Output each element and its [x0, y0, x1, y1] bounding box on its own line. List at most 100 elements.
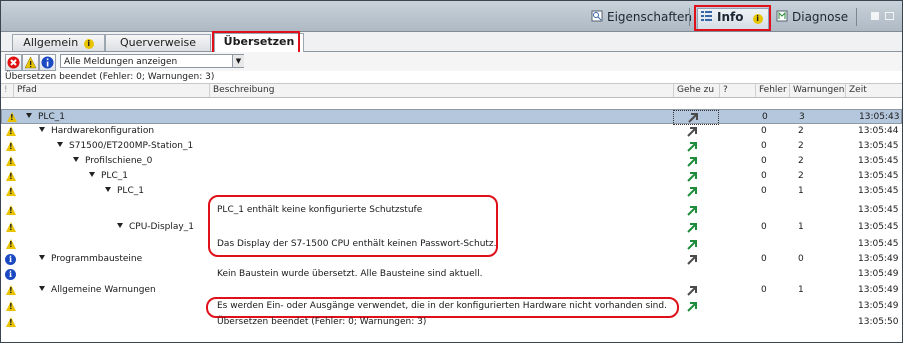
error-icon	[7, 56, 20, 69]
table-row[interactable]: S71500/ET200MP-Station_1 0 2 13:05:45	[1, 139, 902, 154]
table-row[interactable]: Hardwarekonfiguration 0 2 13:05:44	[1, 124, 902, 139]
row-path: PLC_1	[101, 171, 128, 181]
row-warnings: 2	[798, 171, 804, 181]
warning-icon	[7, 112, 17, 122]
tab-allgemein[interactable]: Allgemein i	[12, 34, 105, 51]
row-errors: 0	[761, 254, 767, 264]
row-path: Hardwarekonfiguration	[51, 126, 155, 136]
row-errors: 0	[761, 186, 767, 196]
goto-arrow-icon[interactable]	[686, 239, 698, 250]
header-separator	[689, 8, 690, 26]
sub-tab-bar: Allgemein i Querverweise Übersetzen	[1, 32, 902, 52]
goto-arrow-icon[interactable]	[686, 205, 698, 216]
col-warnungen[interactable]: Warnungen	[789, 84, 845, 97]
tab-diagnose-label: Diagnose	[792, 10, 849, 24]
info-badge-icon: i	[83, 39, 94, 49]
row-path: PLC_1	[38, 112, 65, 122]
table-row[interactable]: Übersetzen beendet (Fehler: 0; Warnungen…	[1, 315, 902, 330]
warning-icon	[24, 56, 37, 69]
goto-arrow-icon[interactable]	[686, 186, 698, 197]
row-errors: 0	[761, 285, 767, 295]
info-filter-button[interactable]	[39, 54, 56, 71]
row-warnings: 2	[798, 141, 804, 151]
highlight-info-tab	[694, 5, 771, 31]
filter-toolbar: Alle Meldungen anzeigen ▼	[1, 52, 902, 71]
row-description: Übersetzen beendet (Fehler: 0; Warnungen…	[217, 317, 427, 327]
maximize-icon[interactable]	[885, 12, 894, 20]
tab-allgemein-label: Allgemein	[23, 36, 79, 49]
message-filter-select[interactable]: Alle Meldungen anzeigen	[60, 54, 244, 68]
row-description: Kein Baustein wurde übersetzt. Alle Baus…	[217, 269, 483, 279]
tab-eigenschaften[interactable]: Eigenschaften	[591, 9, 692, 26]
row-errors: 0	[761, 171, 767, 181]
tab-diagnose[interactable]: Diagnose	[776, 9, 848, 26]
expand-arrow-icon[interactable]	[73, 157, 79, 162]
goto-arrow-icon[interactable]	[686, 285, 698, 296]
warning-icon	[6, 141, 16, 151]
col-pfad[interactable]: Pfad	[13, 84, 209, 97]
row-path: Programmbausteine	[51, 254, 143, 264]
row-errors: 0	[761, 126, 767, 136]
goto-arrow-icon[interactable]	[686, 126, 698, 137]
float-window-icon[interactable]	[871, 12, 879, 20]
expand-arrow-icon[interactable]	[57, 142, 63, 147]
row-time: 13:05:49	[858, 285, 899, 295]
warning-icon	[6, 317, 16, 327]
warning-icon	[6, 205, 16, 215]
table-row[interactable]: PLC_1 0 2 13:05:45	[1, 169, 902, 184]
row-time: 13:05:49	[858, 254, 899, 264]
col-zeit[interactable]: Zeit	[845, 84, 902, 97]
row-warnings: 2	[798, 126, 804, 136]
row-time: 13:05:45	[858, 171, 899, 181]
tab-querverweise-label: Querverweise	[119, 36, 197, 49]
row-time: 13:05:45	[858, 156, 899, 166]
table-row[interactable]: Profilschiene_0 0 2 13:05:45	[1, 154, 902, 169]
expand-arrow-icon[interactable]	[105, 187, 111, 192]
row-time: 13:05:43	[859, 112, 900, 122]
table-row[interactable]: Allgemeine Warnungen 0 1 13:05:49	[1, 283, 902, 298]
row-errors: 0	[761, 141, 767, 151]
expand-arrow-icon[interactable]	[39, 286, 45, 291]
row-time: 13:05:45	[858, 239, 899, 249]
header-indicator: !	[4, 85, 8, 95]
row-time: 13:05:44	[858, 126, 899, 136]
table-row[interactable]: i Kein Baustein wurde übersetzt. Alle Ba…	[1, 267, 902, 282]
table-header: ! Pfad Beschreibung Gehe zu ? Fehler War…	[1, 83, 902, 98]
properties-icon	[591, 10, 603, 22]
goto-arrow-icon[interactable]	[686, 301, 698, 312]
warning-icon	[6, 156, 16, 166]
table-row[interactable]: PLC_1 0 3 13:05:43	[1, 109, 902, 124]
expand-arrow-icon[interactable]	[39, 127, 45, 132]
tab-querverweise[interactable]: Querverweise	[105, 34, 211, 51]
row-warnings: 3	[799, 112, 805, 122]
col-beschreibung[interactable]: Beschreibung	[209, 84, 673, 97]
error-filter-button[interactable]	[5, 54, 22, 71]
col-fehler[interactable]: Fehler	[755, 84, 789, 97]
col-gehezu[interactable]: Gehe zu	[673, 84, 719, 97]
row-time: 13:05:45	[858, 205, 899, 215]
row-time: 13:05:49	[858, 269, 899, 279]
highlight-protection-warnings	[208, 195, 498, 257]
row-time: 13:05:50	[858, 317, 899, 327]
goto-arrow-icon[interactable]	[686, 254, 698, 265]
table-row[interactable]: i Programmbausteine 0 0 13:05:49	[1, 252, 902, 267]
expand-arrow-icon[interactable]	[89, 172, 95, 177]
info-icon	[41, 56, 54, 69]
goto-arrow-icon[interactable]	[686, 222, 698, 233]
row-path: PLC_1	[117, 186, 144, 196]
warning-filter-button[interactable]	[22, 54, 39, 71]
row-errors: 0	[761, 156, 767, 166]
warning-icon	[6, 186, 16, 196]
expand-arrow-icon[interactable]	[26, 113, 32, 118]
col-help[interactable]: ?	[719, 84, 755, 97]
goto-arrow-icon[interactable]	[686, 156, 698, 167]
focus-outline	[673, 110, 719, 125]
row-warnings: 1	[798, 222, 804, 232]
goto-arrow-icon[interactable]	[686, 171, 698, 182]
expand-arrow-icon[interactable]	[39, 255, 45, 260]
row-warnings: 0	[798, 254, 804, 264]
row-path: Allgemeine Warnungen	[51, 285, 156, 295]
goto-arrow-icon[interactable]	[686, 141, 698, 152]
expand-arrow-icon[interactable]	[117, 223, 123, 228]
chevron-down-icon[interactable]: ▼	[232, 55, 244, 67]
